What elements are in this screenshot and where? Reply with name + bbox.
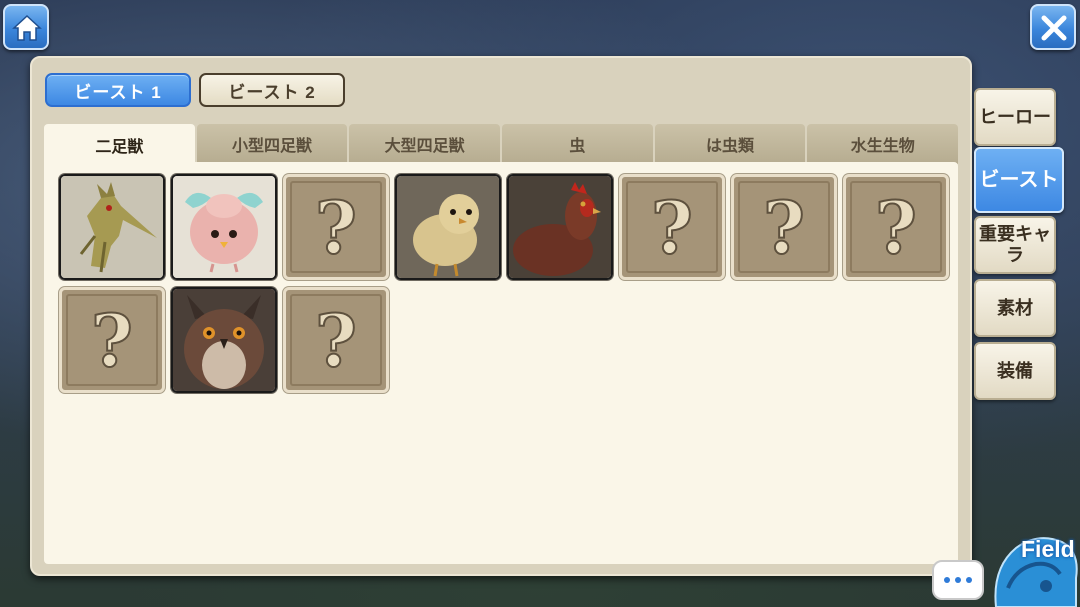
beast-slot-6[interactable]: ? <box>619 174 725 280</box>
category-tabs: 二足獣 小型四足獣 大型四足獣 虫 は虫類 水生生物 <box>44 124 959 166</box>
pink-puffball-icon <box>173 176 275 278</box>
beast-slot-7[interactable]: ? <box>731 174 837 280</box>
side-menu-beast[interactable]: ビースト <box>974 147 1064 213</box>
field-label[interactable]: Field <box>1021 536 1075 563</box>
bestiary-panel: ビースト 1 ビースト 2 二足獣 小型四足獣 大型四足獣 虫 は虫類 水生生物 <box>30 56 972 576</box>
tab-bipedal-beast[interactable]: 二足獣 <box>44 124 195 166</box>
chat-dot <box>955 577 961 583</box>
svg-text:?: ? <box>91 304 133 376</box>
question-mark-icon: ? <box>650 191 694 263</box>
beast-slot-2[interactable] <box>171 174 277 280</box>
tab-insect[interactable]: 虫 <box>502 124 653 164</box>
beast-slot-5[interactable] <box>507 174 613 280</box>
question-mark-icon: ? <box>314 304 358 376</box>
side-menu-hero[interactable]: ヒーロー <box>974 88 1056 146</box>
beast-slot-8[interactable]: ? <box>843 174 949 280</box>
beast-slot-9[interactable]: ? <box>59 287 165 393</box>
hen-icon <box>509 176 611 278</box>
close-button[interactable] <box>1030 4 1076 50</box>
question-mark-icon: ? <box>90 304 134 376</box>
chick-icon <box>397 176 499 278</box>
question-mark-icon: ? <box>314 191 358 263</box>
close-icon <box>1041 15 1067 41</box>
svg-text:?: ? <box>651 191 693 263</box>
question-mark-icon: ? <box>874 191 918 263</box>
side-menu-key-characters[interactable]: 重要キャラ <box>974 216 1056 274</box>
svg-text:?: ? <box>763 191 805 263</box>
svg-text:?: ? <box>315 304 357 376</box>
tab-aquatic[interactable]: 水生生物 <box>807 124 959 164</box>
tab-reptile[interactable]: は虫類 <box>654 124 806 164</box>
bird-creature-icon <box>61 176 163 278</box>
home-button[interactable] <box>3 4 49 50</box>
beast-slot-11[interactable]: ? <box>283 287 389 393</box>
chat-button[interactable] <box>932 560 984 600</box>
beast-slot-10[interactable] <box>171 287 277 393</box>
svg-text:?: ? <box>315 191 357 263</box>
tab-large-quadruped[interactable]: 大型四足獣 <box>349 124 501 164</box>
question-mark-icon: ? <box>762 191 806 263</box>
svg-text:?: ? <box>875 191 917 263</box>
beast-slot-1[interactable] <box>59 174 165 280</box>
page-button-beast-1[interactable]: ビースト 1 <box>45 73 191 107</box>
side-menu-equipment[interactable]: 装備 <box>974 342 1056 400</box>
beast-slot-4[interactable] <box>395 174 501 280</box>
home-icon <box>12 14 42 41</box>
chat-bubble-icon <box>944 577 950 583</box>
page-button-beast-2[interactable]: ビースト 2 <box>199 73 345 107</box>
side-menu-materials[interactable]: 素材 <box>974 279 1056 337</box>
beast-slot-3[interactable]: ? <box>283 174 389 280</box>
tab-small-quadruped[interactable]: 小型四足獣 <box>196 124 348 164</box>
owl-icon <box>173 289 275 391</box>
chat-dot <box>966 577 972 583</box>
